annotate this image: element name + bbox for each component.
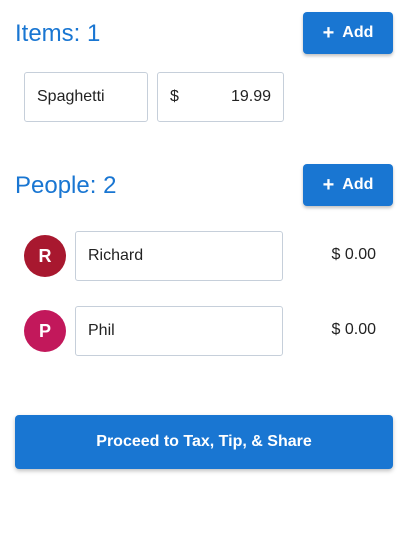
- item-price-value: 19.99: [230, 88, 271, 105]
- avatar: P: [24, 310, 66, 352]
- person-name-value: Phil: [88, 322, 115, 339]
- item-price-input[interactable]: $ 19.99: [157, 72, 284, 122]
- plus-icon: +: [322, 174, 335, 196]
- avatar: R: [24, 235, 66, 277]
- item-name-value: Spaghetti: [37, 88, 105, 105]
- add-item-label: Add: [342, 24, 374, 41]
- person-name-input[interactable]: Phil: [75, 306, 283, 356]
- items-header: Items: 1 + Add: [15, 12, 393, 54]
- person-name-input[interactable]: Richard: [75, 231, 283, 281]
- person-amount: $ 0.00: [331, 246, 376, 263]
- person-row: R Richard $ 0.00: [24, 231, 390, 281]
- avatar-initial: P: [38, 320, 51, 341]
- avatar-initial: R: [38, 245, 52, 266]
- add-person-button[interactable]: + Add: [303, 164, 393, 206]
- add-person-label: Add: [342, 176, 374, 193]
- proceed-button[interactable]: Proceed to Tax, Tip, & Share: [15, 415, 393, 469]
- plus-icon: +: [322, 22, 335, 44]
- person-amount: $ 0.00: [331, 321, 376, 338]
- item-name-input[interactable]: Spaghetti: [24, 72, 148, 122]
- people-header: People: 2 + Add: [15, 164, 393, 206]
- people-title: People: 2: [15, 172, 117, 199]
- person-row: P Phil $ 0.00: [24, 306, 390, 356]
- person-name-value: Richard: [88, 247, 144, 264]
- currency-symbol: $: [170, 88, 179, 105]
- items-title: Items: 1: [15, 20, 101, 47]
- add-item-button[interactable]: + Add: [303, 12, 393, 54]
